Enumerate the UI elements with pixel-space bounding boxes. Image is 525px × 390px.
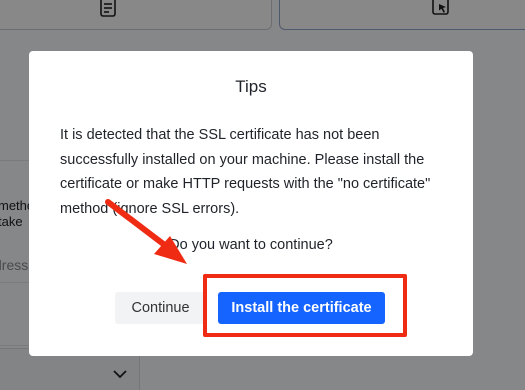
dialog-message: It is detected that the SSL certificate … bbox=[60, 127, 431, 217]
annotation-highlight-box bbox=[203, 274, 407, 337]
dialog-question: Do you want to continue? bbox=[169, 237, 333, 253]
dialog-title: Tips bbox=[235, 77, 267, 96]
continue-button[interactable]: Continue bbox=[115, 292, 206, 324]
